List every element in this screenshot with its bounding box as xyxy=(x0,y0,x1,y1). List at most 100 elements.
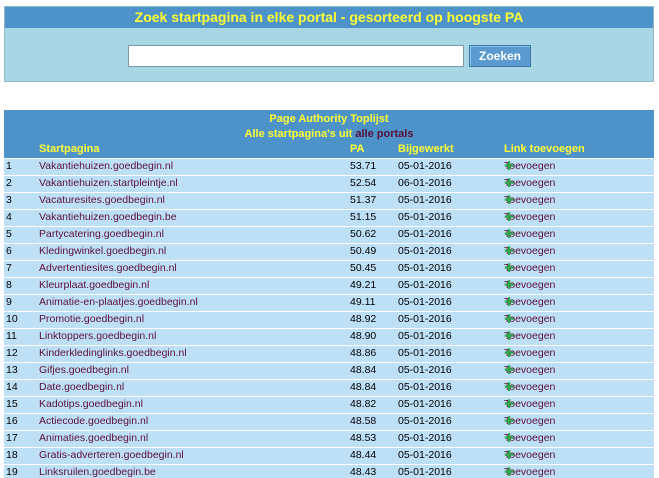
pa-cell: 49.11 xyxy=(350,296,376,308)
search-panel: Zoek startpagina in elke portal - gesort… xyxy=(4,6,654,82)
add-link-button[interactable]: ✚ Toevoegen xyxy=(504,312,555,327)
site-link[interactable]: Vakantiehuizen.goedbegin.nl xyxy=(39,159,173,174)
add-link-button[interactable]: ✚ Toevoegen xyxy=(504,176,555,191)
site-link[interactable]: Advertentiesites.goedbegin.nl xyxy=(39,261,177,276)
site-link[interactable]: Kleurplaat.goedbegin.nl xyxy=(39,278,149,293)
pa-cell: 50.45 xyxy=(350,262,377,274)
site-link[interactable]: Gifjes.goedbegin.nl xyxy=(39,363,129,378)
site-link[interactable]: Vakantiehuizen.startpleintje.nl xyxy=(39,176,178,191)
site-link[interactable]: Linksruilen.goedbegin.be xyxy=(39,465,156,478)
search-input[interactable] xyxy=(128,45,464,67)
add-link-button[interactable]: ✚ Toevoegen xyxy=(504,380,555,395)
plus-icon: ✚ xyxy=(504,380,515,394)
site-link[interactable]: Animaties.goedbegin.nl xyxy=(39,431,148,446)
table-row: 11 Linktoppers.goedbegin.nl 48.90 05-01-201… xyxy=(4,328,654,345)
search-title: Zoek startpagina in elke portal - gesort… xyxy=(5,7,653,28)
site-link[interactable]: Actiecode.goedbegin.nl xyxy=(39,414,148,429)
date-cell: 05-01-2016 xyxy=(398,211,452,223)
table-row: 2 Vakantiehuizen.startpleintje.nl 52.54 06-… xyxy=(4,175,654,192)
pa-cell: 48.86 xyxy=(350,347,377,359)
site-link[interactable]: Kinderkledinglinks.goedbegin.nl xyxy=(39,346,187,361)
pa-cell: 50.62 xyxy=(350,228,377,240)
date-cell: 05-01-2016 xyxy=(398,398,452,410)
add-link-button[interactable]: ✚ Toevoegen xyxy=(504,329,555,344)
plus-icon: ✚ xyxy=(504,193,515,207)
site-link[interactable]: Promotie.goedbegin.nl xyxy=(39,312,144,327)
add-link-button[interactable]: ✚ Toevoegen xyxy=(504,278,555,293)
site-link[interactable]: Vacaturesites.goedbegin.nl xyxy=(39,193,165,208)
rank-cell: 13 xyxy=(6,364,18,376)
plus-icon: ✚ xyxy=(504,210,515,224)
pa-cell: 48.43 xyxy=(350,466,377,478)
site-link[interactable]: Date.goedbegin.nl xyxy=(39,380,124,395)
rank-cell: 1 xyxy=(6,160,12,172)
table-row: 4 Vakantiehuizen.goedbegin.be 51.15 05-01-2… xyxy=(4,209,654,226)
plus-icon: ✚ xyxy=(504,465,515,478)
add-link-button[interactable]: ✚ Toevoegen xyxy=(504,397,555,412)
rank-cell: 11 xyxy=(6,330,17,342)
date-cell: 05-01-2016 xyxy=(398,160,452,172)
site-link[interactable]: Kadotips.goedbegin.nl xyxy=(39,397,143,412)
header-site: Startpagina xyxy=(39,143,100,155)
add-link-button[interactable]: ✚ Toevoegen xyxy=(504,414,555,429)
table-row: 16 Actiecode.goedbegin.nl 48.58 05-01-2016 ✚… xyxy=(4,413,654,430)
site-link[interactable]: Partycatering.goedbegin.nl xyxy=(39,227,164,242)
date-cell: 05-01-2016 xyxy=(398,279,452,291)
add-link-button[interactable]: ✚ Toevoegen xyxy=(504,346,555,361)
all-portals-link[interactable]: alle portals xyxy=(355,128,413,140)
site-link[interactable]: Linktoppers.goedbegin.nl xyxy=(39,329,156,344)
add-link-button[interactable]: ✚ Toevoegen xyxy=(504,159,555,174)
rank-cell: 8 xyxy=(6,279,12,291)
plus-icon: ✚ xyxy=(504,363,515,377)
add-link-button[interactable]: ✚ Toevoegen xyxy=(504,244,555,259)
add-link-button[interactable]: ✚ Toevoegen xyxy=(504,261,555,276)
plus-icon: ✚ xyxy=(504,397,515,411)
date-cell: 05-01-2016 xyxy=(398,330,452,342)
header-updated: Bijgewerkt xyxy=(398,143,454,155)
header-add-link: Link toevoegen xyxy=(504,143,585,155)
add-link-button[interactable]: ✚ Toevoegen xyxy=(504,431,555,446)
date-cell: 05-01-2016 xyxy=(398,296,452,308)
add-link-button[interactable]: ✚ Toevoegen xyxy=(504,363,555,378)
site-link[interactable]: Gratis-adverteren.goedbegin.nl xyxy=(39,448,184,463)
pa-cell: 51.37 xyxy=(350,194,377,206)
table-row: 13 Gifjes.goedbegin.nl 48.84 05-01-2016 ✚ Toe… xyxy=(4,362,654,379)
table-row: 17 Animaties.goedbegin.nl 48.53 05-01-2016 ✚… xyxy=(4,430,654,447)
pa-cell: 48.92 xyxy=(350,313,377,325)
rank-cell: 10 xyxy=(6,313,18,325)
plus-icon: ✚ xyxy=(504,295,515,309)
add-link-button[interactable]: ✚ Toevoegen xyxy=(504,295,555,310)
pa-cell: 52.54 xyxy=(350,177,377,189)
site-link[interactable]: Kledingwinkel.goedbegin.nl xyxy=(39,244,166,259)
header-pa: PA xyxy=(350,143,365,155)
plus-icon: ✚ xyxy=(504,261,515,275)
add-link-button[interactable]: ✚ Toevoegen xyxy=(504,465,555,478)
rank-cell: 9 xyxy=(6,296,12,308)
plus-icon: ✚ xyxy=(504,312,515,326)
search-button[interactable]: Zoeken xyxy=(469,45,531,67)
table-row: 10 Promotie.goedbegin.nl 48.92 05-01-2016 ✚ T… xyxy=(4,311,654,328)
rank-cell: 17 xyxy=(6,432,18,444)
plus-icon: ✚ xyxy=(504,329,515,343)
pa-cell: 48.53 xyxy=(350,432,377,444)
rank-cell: 16 xyxy=(6,415,18,427)
add-link-button[interactable]: ✚ Toevoegen xyxy=(504,448,555,463)
pa-cell: 51.15 xyxy=(350,211,377,223)
add-link-button[interactable]: ✚ Toevoegen xyxy=(504,210,555,225)
date-cell: 05-01-2016 xyxy=(398,381,452,393)
rank-cell: 14 xyxy=(6,381,18,393)
add-link-button[interactable]: ✚ Toevoegen xyxy=(504,193,555,208)
rank-cell: 4 xyxy=(6,211,12,223)
add-link-button[interactable]: ✚ Toevoegen xyxy=(504,227,555,242)
plus-icon: ✚ xyxy=(504,414,515,428)
site-link[interactable]: Animatie-en-plaatjes.goedbegin.nl xyxy=(39,295,198,310)
search-form: Zoeken xyxy=(128,45,531,67)
site-link[interactable]: Vakantiehuizen.goedbegin.be xyxy=(39,210,177,225)
date-cell: 05-01-2016 xyxy=(398,449,452,461)
rank-cell: 5 xyxy=(6,228,12,240)
date-cell: 05-01-2016 xyxy=(398,262,452,274)
table-row: 9 Animatie-en-plaatjes.goedbegin.nl 49.11 0… xyxy=(4,294,654,311)
date-cell: 05-01-2016 xyxy=(398,466,452,478)
plus-icon: ✚ xyxy=(504,448,515,462)
rank-cell: 6 xyxy=(6,245,12,257)
